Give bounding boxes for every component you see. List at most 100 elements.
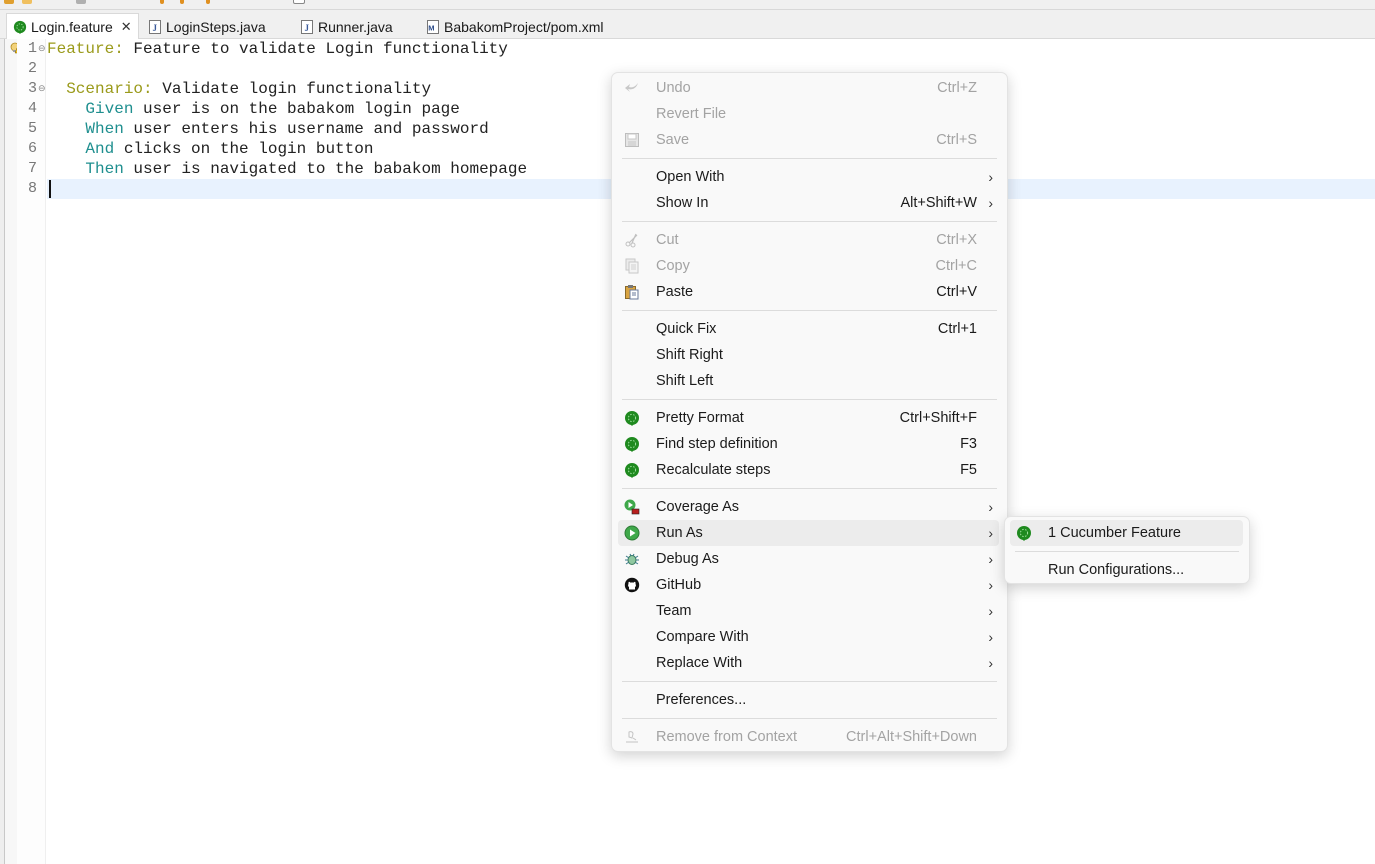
menu-item-label: Undo [656,80,691,96]
gherkin-keyword: Feature: [47,40,124,58]
menu-item-undo[interactable]: Undo Ctrl+Z [618,75,999,101]
chevron-right-icon: › [988,551,993,567]
menu-item-debug-as[interactable]: Debug As › [618,546,999,572]
menu-item-revert-file[interactable]: Revert File [618,101,999,127]
toolbar-icon[interactable] [293,0,305,4]
cucumber-icon [624,410,640,426]
menu-item-label: Replace With [656,655,743,671]
gherkin-keyword: And [85,140,115,158]
menu-item-shortcut: Ctrl+C [935,258,978,274]
menu-item-github[interactable]: GitHub › [618,572,999,598]
menu-item-label: Quick Fix [656,321,717,337]
cucumber-icon [1016,525,1032,541]
menu-item-label: Show In [656,195,709,211]
menu-item-cut[interactable]: Cut Ctrl+X [618,227,999,253]
chevron-right-icon: › [988,629,993,645]
menu-item-remove-from-context[interactable]: Remove from Context Ctrl+Alt+Shift+Down [618,724,999,750]
editor-tab[interactable]: J LoginSteps.java [142,14,272,39]
gherkin-keyword: Given [85,100,134,118]
text-caret [49,180,51,198]
menu-item-shift-right[interactable]: Shift Right [618,342,999,368]
code-text: Feature to validate Login functionality [123,40,508,58]
menu-item-quick-fix[interactable]: Quick Fix Ctrl+1 [618,316,999,342]
toolbar-icon[interactable] [206,0,210,4]
menu-item-coverage-as[interactable]: Coverage As › [618,494,999,520]
toolbar-icon[interactable] [76,0,86,4]
menu-item-shortcut: Ctrl+S [936,132,977,148]
menu-item-label: Revert File [656,106,727,122]
menu-item-compare-with[interactable]: Compare With › [618,624,999,650]
toolbar-icon[interactable] [180,0,184,4]
menu-item-save[interactable]: Save Ctrl+S [618,127,999,153]
chevron-right-icon: › [988,499,993,515]
tab-label: Runner.java [318,18,393,35]
menu-separator [622,681,997,682]
menu-item-label: Paste [656,284,694,300]
coverage-icon [624,499,640,515]
menu-item-shortcut: Alt+Shift+W [900,195,977,211]
menu-item-label: Save [656,132,690,148]
paste-icon [624,284,640,300]
editor-tab[interactable]: M BabakomProject/pom.xml [420,14,610,39]
editor-tab[interactable]: J Runner.java [294,14,399,39]
toolbar-icon[interactable] [22,0,32,4]
menu-item-1-cucumber-feature[interactable]: 1 Cucumber Feature [1010,520,1243,546]
run-icon [624,525,640,541]
svg-text:M: M [428,23,434,32]
code-text: user enters his username and password [123,120,489,138]
code-text: user is navigated to the babakom homepag… [123,160,528,178]
gherkin-keyword: Then [85,160,124,178]
line-number: 3 [27,80,37,97]
toolbar-icon[interactable] [4,0,14,4]
cucumber-icon [13,20,27,34]
menu-item-label: Coverage As [656,499,740,515]
menu-item-shortcut: F5 [960,462,977,478]
menu-item-recalculate-steps[interactable]: Recalculate steps F5 [618,457,999,483]
java-file-icon: J [300,19,314,34]
menu-item-label: Compare With [656,629,749,645]
fold-collapse-icon[interactable]: ⊖ [38,79,46,99]
menu-separator [1015,551,1239,552]
toolbar-icon[interactable] [160,0,164,4]
chevron-right-icon: › [988,169,993,185]
menu-item-team[interactable]: Team › [618,598,999,624]
menu-item-shift-left[interactable]: Shift Left [618,368,999,394]
menu-item-run-as[interactable]: Run As › [618,520,999,546]
menu-separator [622,310,997,311]
cucumber-icon [624,462,640,478]
menu-item-label: Copy [656,258,690,274]
tab-label: LoginSteps.java [166,18,266,35]
menu-item-run-configurations[interactable]: Run Configurations... [1010,557,1243,583]
remove-context-icon [624,729,640,745]
fold-collapse-icon[interactable]: ⊖ [38,39,46,59]
menu-item-open-with[interactable]: Open With › [618,164,999,190]
menu-item-pretty-format[interactable]: Pretty Format Ctrl+Shift+F [618,405,999,431]
chevron-right-icon: › [988,603,993,619]
menu-item-preferences[interactable]: Preferences... [618,687,999,713]
menu-item-label: Shift Left [656,373,714,389]
close-tab-icon[interactable]: ✕ [121,19,132,35]
maven-file-icon: M [426,19,440,34]
menu-item-shortcut: Ctrl+Alt+Shift+Down [846,729,977,745]
menu-item-paste[interactable]: Paste Ctrl+V [618,279,999,305]
menu-item-replace-with[interactable]: Replace With › [618,650,999,676]
menu-item-label: 1 Cucumber Feature [1048,525,1181,541]
menu-item-find-step-definition[interactable]: Find step definition F3 [618,431,999,457]
svg-text:J: J [153,23,158,33]
menu-item-copy[interactable]: Copy Ctrl+C [618,253,999,279]
menu-item-label: Open With [656,169,725,185]
github-icon [624,577,640,593]
code-line[interactable]: Feature: Feature to validate Login funct… [47,39,1375,59]
line-number: 6 [27,140,37,157]
menu-item-show-in[interactable]: Show In Alt+Shift+W › [618,190,999,216]
menu-separator [622,221,997,222]
menu-item-label: Run Configurations... [1048,562,1185,578]
editor-tab-bar: Login.feature ✕ J LoginSteps.java J Runner.ja… [0,10,1375,39]
menu-item-shortcut: Ctrl+Shift+F [899,410,977,426]
menu-item-label: Preferences... [656,692,747,708]
line-number: 1 [27,40,37,57]
editor-tab[interactable]: Login.feature ✕ [6,13,139,39]
